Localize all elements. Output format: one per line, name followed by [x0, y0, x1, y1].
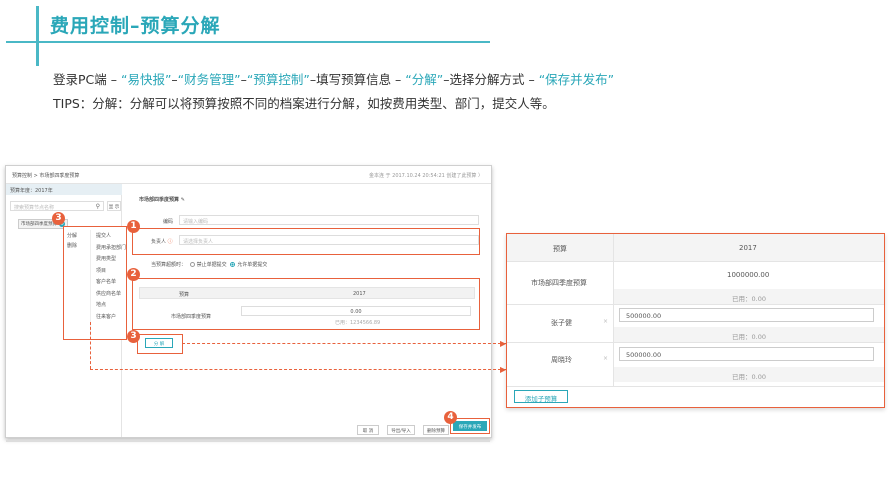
parent-name: 市场部四季度预算: [531, 279, 587, 287]
search-placeholder: 搜索预算节点名称: [14, 205, 55, 211]
exceed-row: 当预算超额时： 禁止单据提交 允许单据提交: [151, 261, 267, 268]
save-publish-button[interactable]: 保存并发布: [453, 421, 487, 431]
step-text: 登录PC端 –: [53, 72, 121, 87]
split-button[interactable]: 分 解: [145, 338, 173, 348]
split-option[interactable]: 费用类型: [96, 254, 126, 266]
add-sub-budget-button[interactable]: 添加子预算: [514, 390, 568, 403]
connector-line: [182, 343, 506, 344]
show-button[interactable]: 显 示: [107, 201, 121, 211]
split-option[interactable]: 地点: [96, 300, 126, 312]
split-option[interactable]: 提交人: [96, 231, 126, 243]
steps-line: 登录PC端 – “易快报”–“财务管理”–“预算控制”–填写预算信息 – “分解…: [53, 70, 614, 90]
child-name: 张子健: [551, 319, 572, 327]
detail-col-year: 2017: [739, 244, 757, 252]
owner-input[interactable]: 请选择负责人: [179, 235, 479, 245]
table-col-year: 2017: [353, 291, 366, 297]
created-meta[interactable]: 金本连 于 2017.10.24 20:54:21 创建了此预算 〉: [369, 172, 483, 179]
import-export-button[interactable]: 导出/导入: [387, 425, 415, 435]
owner-label: 负责人 ⓘ: [151, 238, 173, 245]
step-text: “预算控制”: [246, 72, 310, 87]
table-col-budget: 预算: [179, 292, 190, 298]
step-text: “易快报”: [120, 72, 172, 87]
info-icon: ⓘ: [167, 239, 173, 245]
menu-item-split[interactable]: 分解: [67, 231, 77, 241]
detail-col-budget: 预算: [553, 245, 567, 253]
connector-line: [90, 322, 91, 369]
delete-budget-button[interactable]: 删除预算: [423, 425, 449, 435]
parent-used: 已用：0.00: [614, 289, 884, 304]
tree-panel: 预算年度：2017年 搜索预算节点名称 ⚲ 显 示 市场部四季度预算⚙ 分解 删…: [6, 184, 127, 437]
tree-search-input[interactable]: 搜索预算节点名称 ⚲: [10, 201, 104, 211]
year-label: 预算年度：2017年: [6, 184, 122, 195]
step-text: –填写预算信息 –: [309, 72, 406, 87]
code-input[interactable]: 请输入编码: [179, 215, 479, 225]
child-used: 已用：0.00: [614, 327, 884, 342]
callout-badge: 1: [127, 220, 140, 233]
child-value-input[interactable]: 500000.00: [619, 308, 874, 322]
table-row-input[interactable]: 0.00: [241, 306, 471, 316]
table-row-name: 市场部四季度预算: [171, 314, 212, 320]
split-option[interactable]: 供应商名单: [96, 289, 126, 301]
split-option[interactable]: 费用承担部门: [96, 243, 126, 255]
callout-badge: 3: [127, 330, 140, 343]
window-topbar: 预算控制 > 市场部四季度预算 金本连 于 2017.10.24 20:54:2…: [6, 166, 491, 184]
budget-form: 市场部四季度预算 ✎ 编码 请输入编码 负责人 ⓘ 请选择负责人 当预算超额时：…: [123, 184, 491, 437]
budget-name-text: 市场部四季度预算: [139, 197, 180, 203]
title-underline: [6, 41, 490, 43]
title-accent-bar: [36, 6, 39, 66]
callout-badge: 3: [52, 212, 65, 225]
cancel-button[interactable]: 取 消: [357, 425, 379, 435]
connector-line: [90, 369, 506, 370]
search-icon[interactable]: ⚲: [96, 203, 100, 210]
step-text: “分解”: [405, 72, 444, 87]
step-text: “财务管理”: [177, 72, 241, 87]
split-detail-panel: 预算 2017 市场部四季度预算 1000000.00 已用：0.00 张子健 …: [506, 233, 885, 408]
child-value-input[interactable]: 500000.00: [619, 347, 874, 361]
remove-icon[interactable]: ×: [603, 355, 608, 362]
callout-badge: 4: [444, 411, 457, 424]
menu-item-delete[interactable]: 删除: [67, 241, 77, 251]
context-menu: 分解 删除 提交人 费用承担部门 费用类型 项目 客户名单 供应商名单 地点 往…: [63, 226, 127, 340]
tips-line: TIPS：分解：分解可以将预算按照不同的档案进行分解，如按费用类型、部门，提交人…: [53, 96, 555, 111]
page-title: 费用控制–预算分解: [50, 15, 221, 37]
menu-divider: [90, 230, 91, 336]
edit-icon[interactable]: ✎: [181, 197, 185, 203]
table-row-used: 已用：1234566.89: [335, 320, 381, 326]
tree-node-label: 市场部四季度预算: [21, 222, 57, 227]
budget-name: 市场部四季度预算 ✎: [139, 196, 185, 203]
split-option[interactable]: 项目: [96, 266, 126, 278]
step-text: “保存并发布”: [538, 72, 615, 87]
exceed-label: 当预算超额时：: [151, 262, 187, 268]
callout-badge: 2: [127, 268, 140, 281]
child-name: 周晓玲: [551, 356, 572, 364]
child-used: 已用：0.00: [614, 367, 884, 382]
breadcrumb[interactable]: 预算控制 > 市场部四季度预算: [12, 172, 79, 179]
code-label: 编码: [163, 219, 174, 225]
step-text: –选择分解方式 –: [443, 72, 539, 87]
bottom-divider: [6, 440, 490, 442]
radio-forbid-label: 禁止单据提交: [196, 262, 227, 268]
split-option[interactable]: 往来客户: [96, 312, 126, 324]
radio-forbid[interactable]: [189, 262, 195, 267]
radio-allow[interactable]: [230, 262, 236, 267]
table-highlight: [132, 278, 480, 330]
budget-window: 预算控制 > 市场部四季度预算 金本连 于 2017.10.24 20:54:2…: [5, 165, 492, 438]
split-option[interactable]: 客户名单: [96, 277, 126, 289]
radio-allow-label: 允许单据提交: [237, 262, 268, 268]
owner-label-text: 负责人: [151, 239, 167, 245]
remove-icon[interactable]: ×: [603, 318, 608, 325]
budget-table-header: [139, 287, 475, 299]
parent-value: 1000000.00: [727, 271, 770, 279]
slide: 费用控制–预算分解 登录PC端 – “易快报”–“财务管理”–“预算控制”–填写…: [0, 0, 889, 494]
